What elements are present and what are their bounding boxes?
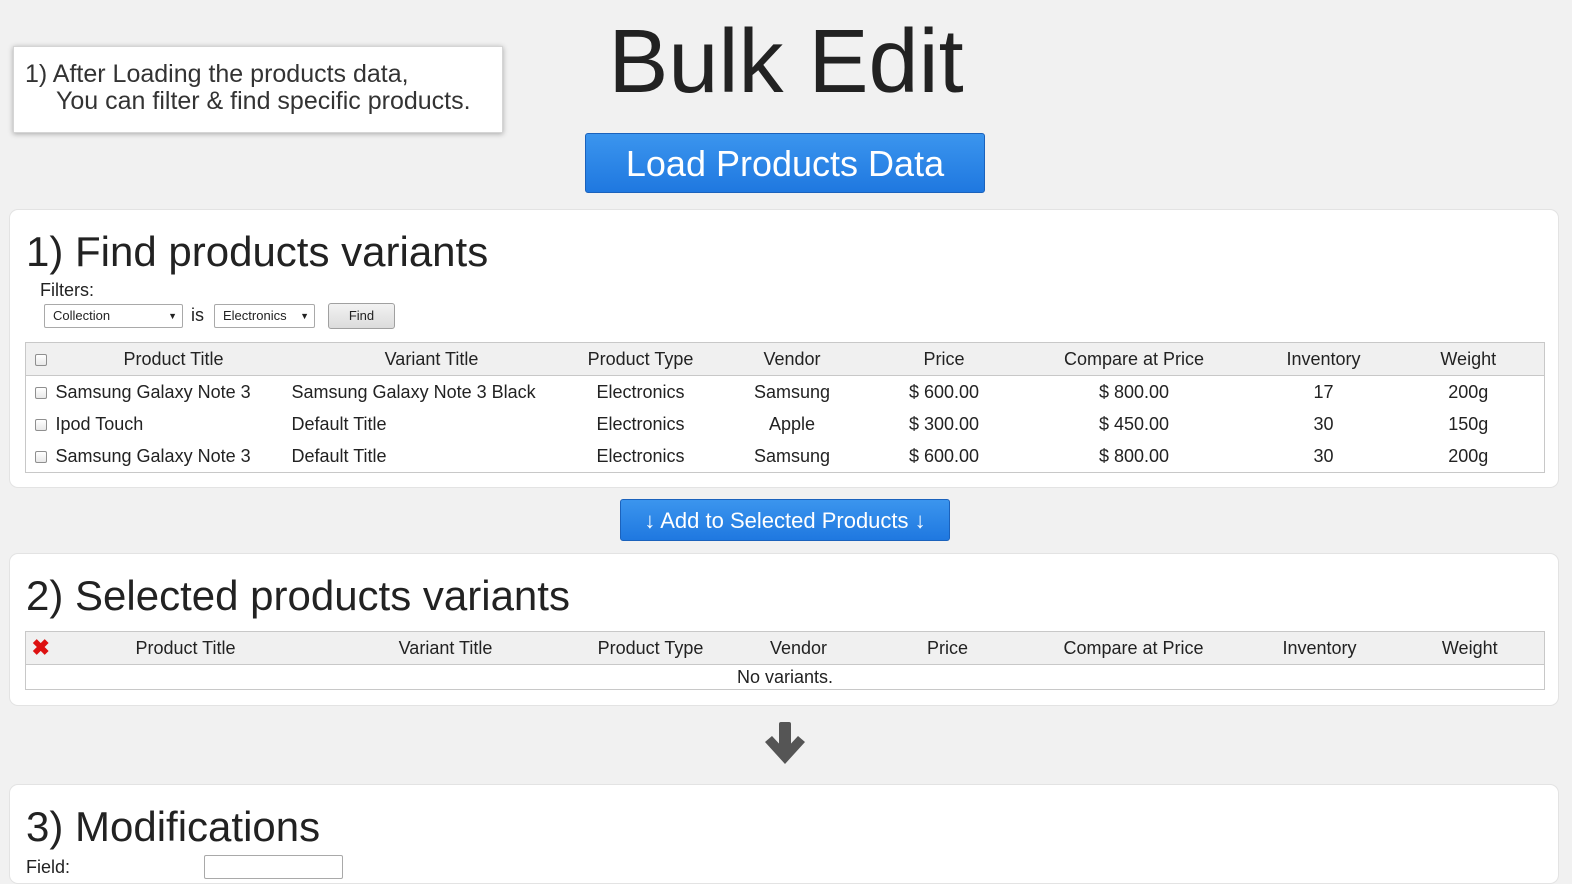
row-checkbox-cell[interactable] (26, 376, 56, 409)
column-header: Product Title (55, 342, 292, 376)
selected-section-title: 2) Selected products variants (26, 572, 570, 619)
select-all-checkbox-cell[interactable] (25, 342, 56, 376)
filter-value: Electronics (223, 308, 287, 323)
table-row[interactable]: Ipod Touch Default Title Electronics App… (26, 408, 1545, 440)
add-to-selected-button[interactable]: ↓ Add to Selected Products ↓ (620, 499, 950, 541)
filter-field-value: Collection (53, 308, 111, 323)
product-title-cell: Samsung Galaxy Note 3 (55, 445, 251, 466)
table-row[interactable]: Samsung Galaxy Note 3 Default Title Elec… (26, 440, 1545, 473)
product-title-cell: Samsung Galaxy Note 3 (55, 381, 251, 402)
find-variants-panel: 1) Find products variants Filters: Colle… (9, 209, 1559, 488)
column-header: Weight (1392, 342, 1545, 376)
modifications-section-title: 3) Modifications (26, 803, 321, 850)
price-cell: $ 300.00 (908, 413, 980, 434)
column-header: Inventory (1254, 342, 1393, 376)
column-header: Variant Title (291, 342, 572, 376)
column-header: Inventory (1243, 631, 1396, 665)
select-all-checkbox[interactable] (34, 353, 47, 366)
variant-title-cell: Default Title (291, 413, 387, 434)
table-header-row: Product Title Variant Title Product Type… (25, 342, 1545, 376)
product-type-cell: Electronics (596, 445, 685, 466)
filter-value-select[interactable]: Electronics ▼ (214, 304, 315, 328)
compare-price-cell: $ 800.00 (1098, 445, 1170, 466)
inventory-cell: 30 (1313, 445, 1334, 466)
filter-operator: is (191, 305, 204, 325)
product-type-cell: Electronics (596, 381, 685, 402)
inventory-cell: 30 (1313, 413, 1334, 434)
dropdown-arrow-icon: ▼ (168, 311, 177, 321)
inventory-cell: 17 (1313, 381, 1334, 402)
vendor-cell: Samsung (753, 381, 831, 402)
remove-all-icon[interactable]: ✖ (32, 635, 50, 660)
row-checkbox-cell[interactable] (26, 440, 56, 473)
price-cell: $ 600.00 (908, 381, 980, 402)
selected-variants-table: ✖ Product Title Variant Title Product Ty… (25, 631, 1545, 690)
page-title: Bulk Edit (608, 12, 964, 112)
variant-title-cell: Default Title (291, 445, 387, 466)
compare-price-cell: $ 450.00 (1098, 413, 1170, 434)
column-header: Vendor (709, 342, 875, 376)
weight-cell: 150g (1448, 413, 1489, 434)
weight-cell: 200g (1448, 445, 1489, 466)
selected-variants-panel: 2) Selected products variants ✖ Product … (9, 553, 1559, 706)
empty-message: No variants. (25, 664, 1545, 690)
found-variants-table: Product Title Variant Title Product Type… (25, 342, 1545, 473)
row-checkbox[interactable] (34, 386, 47, 399)
vendor-cell: Apple (768, 413, 816, 434)
column-header: Compare at Price (1013, 342, 1255, 376)
column-header: Variant Title (315, 631, 576, 665)
vendor-cell: Samsung (753, 445, 831, 466)
table-row[interactable]: Samsung Galaxy Note 3 Samsung Galaxy Not… (26, 376, 1545, 409)
dropdown-arrow-icon: ▼ (300, 311, 309, 321)
filter-field-select[interactable]: Collection ▼ (44, 304, 183, 328)
row-checkbox-cell[interactable] (26, 408, 56, 440)
empty-row: No variants. (25, 664, 1545, 690)
remove-all-cell[interactable]: ✖ (25, 631, 56, 665)
column-header: Product Type (571, 342, 710, 376)
load-products-button[interactable]: Load Products Data (585, 133, 985, 193)
down-arrow-icon (765, 722, 805, 764)
column-header: Price (871, 631, 1024, 665)
find-button[interactable]: Find (328, 303, 395, 329)
product-type-cell: Electronics (596, 413, 685, 434)
field-label: Field: (26, 857, 71, 877)
variant-title-cell: Samsung Galaxy Note 3 Black (291, 381, 536, 402)
compare-price-cell: $ 800.00 (1098, 381, 1170, 402)
find-section-title: 1) Find products variants (26, 228, 489, 275)
field-select[interactable] (204, 855, 343, 879)
product-title-cell: Ipod Touch (55, 413, 144, 434)
filters-label: Filters: (40, 280, 94, 300)
table-header-row: ✖ Product Title Variant Title Product Ty… (25, 631, 1545, 665)
column-header: Product Type (575, 631, 726, 665)
column-header: Vendor (725, 631, 872, 665)
row-checkbox[interactable] (34, 450, 47, 463)
row-checkbox[interactable] (34, 418, 47, 431)
column-header: Compare at Price (1023, 631, 1244, 665)
column-header: Product Title (55, 631, 316, 665)
price-cell: $ 600.00 (908, 445, 980, 466)
column-header: Weight (1395, 631, 1545, 665)
modifications-panel: 3) Modifications Field: (9, 784, 1559, 884)
weight-cell: 200g (1448, 381, 1489, 402)
column-header: Price (874, 342, 1014, 376)
